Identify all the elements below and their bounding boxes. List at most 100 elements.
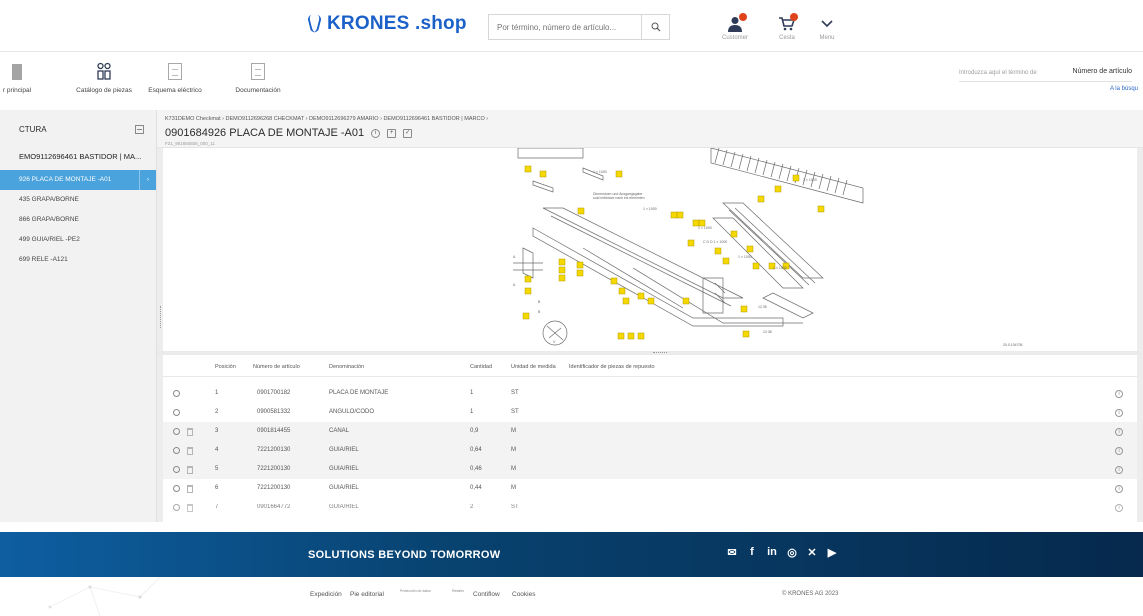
select-radio[interactable] (173, 504, 180, 511)
electrical-diagram-icon (168, 62, 182, 80)
col-unit[interactable]: Unidad de medida (511, 364, 556, 370)
trash-icon[interactable] (187, 447, 193, 455)
table-row[interactable]: 6 7221200130 GUIA/RIEL 0,44 M i (163, 479, 1137, 498)
info-icon[interactable]: i (1115, 447, 1123, 455)
col-quantity[interactable]: Cantidad (470, 364, 492, 370)
sidebar-root-item[interactable]: EMO9112696461 BASTIDOR | MA... (0, 148, 156, 166)
chevron-right-icon: › (139, 170, 156, 190)
footer-link-cookies[interactable]: Cookies (512, 591, 535, 598)
bookmark-icon[interactable]: ✓ (403, 128, 413, 138)
search-input[interactable] (489, 15, 641, 39)
svg-text:A: A (513, 255, 516, 259)
mail-icon[interactable]: ✉ (727, 546, 737, 559)
drawing-code: F21_901684926_000_11 (165, 141, 215, 146)
table-row[interactable]: 4 7221200130 GUIA/RIEL 0,64 M i (163, 441, 1137, 460)
tree-item[interactable]: 699 RELE -A121 (0, 250, 156, 270)
krones-logo[interactable]: KRONES .shop (307, 12, 467, 36)
exploded-drawing[interactable]: 1 × 1000 2 × 1000 Dimensioen und Ausgang… (163, 148, 1137, 351)
social-links: ✉ f in ◎ ✕ ▶ (727, 546, 837, 559)
cell-name: GUIA/RIEL (329, 447, 359, 453)
footer-link-shipping[interactable]: Expedición (310, 591, 342, 598)
search-button[interactable] (641, 15, 669, 39)
select-radio[interactable] (173, 390, 180, 397)
cell-position: 5 (215, 466, 219, 472)
tree-item[interactable]: 866 GRAPA/BORNE (0, 210, 156, 230)
footer-link-contiflow[interactable]: Contiflow (473, 591, 500, 598)
footer-link-imprint[interactable]: Pie editorial (350, 591, 384, 598)
table-row[interactable]: 7 0901664772 GUIA/RIEL 2 ST i (163, 498, 1137, 517)
instagram-icon[interactable]: ◎ (787, 546, 797, 559)
col-spare-part-id[interactable]: Identificador de piezas de repuesto (569, 364, 655, 370)
parts-catalog-icon (97, 62, 111, 80)
info-icon[interactable]: i (1115, 428, 1123, 436)
cart-button[interactable]: Cesta (765, 13, 809, 41)
info-icon[interactable]: i (371, 128, 381, 138)
col-position[interactable]: Posición (215, 364, 236, 370)
krones-icon[interactable]: ✕ (807, 546, 817, 559)
cell-quantity: 0,64 (470, 447, 482, 453)
youtube-icon[interactable]: ▶ (827, 546, 837, 559)
advanced-search-link[interactable]: A la búsqu (1110, 86, 1138, 92)
cell-quantity: 2 (470, 504, 474, 510)
tree-item-active[interactable]: 926 PLACA DE MONTAJE -A01 › (0, 170, 156, 190)
cell-name: GUIA/RIEL (329, 485, 359, 491)
table-row[interactable]: 2 0900581332 ANGULO/CODO 1 ST i (163, 403, 1137, 422)
table-row[interactable]: 1 0901700182 PLACA DE MONTAJE 1 ST i (163, 384, 1137, 403)
cell-unit: ST (511, 409, 519, 415)
svg-text:12.35: 12.35 (758, 305, 767, 309)
select-radio[interactable] (173, 428, 180, 435)
tool-main[interactable]: r principal (0, 60, 42, 94)
title-bar: K731DEMO Checkmat › DEMO9112696268 CHECK… (157, 110, 1143, 148)
cell-quantity: 0,44 (470, 485, 482, 491)
network-decoration (48, 577, 161, 616)
trash-icon[interactable] (187, 466, 193, 474)
tool-electrical-diagram[interactable]: Esquema eléctrico (140, 60, 210, 94)
facebook-icon[interactable]: f (747, 546, 757, 559)
menu-button[interactable]: Menu (805, 13, 849, 41)
footer-slogan: SOLUTIONS BEYOND TOMORROW (308, 549, 501, 561)
customer-button[interactable]: Customer (713, 13, 757, 41)
info-icon[interactable]: i (1115, 504, 1123, 512)
linkedin-icon[interactable]: in (767, 546, 777, 559)
cell-position: 7 (215, 504, 219, 510)
table-row[interactable]: 3 0901814455 CANAL 0,9 M i (163, 422, 1137, 441)
toolbar-search[interactable]: Introduzca aquí el término de Número de … (959, 68, 1132, 82)
info-icon[interactable]: i (1115, 485, 1123, 493)
svg-text:1 × 1000: 1 × 1000 (698, 226, 712, 230)
footer-link-retailer[interactable]: Retailer (452, 589, 464, 593)
cell-position: 3 (215, 428, 219, 434)
footer-link-privacy[interactable]: Protección de datos (400, 589, 431, 593)
add-to-cart-icon[interactable]: + (387, 128, 397, 138)
site-header: KRONES .shop Customer Cesta Menu (0, 0, 1143, 52)
technical-drawing: 1 × 1000 2 × 1000 Dimensioen und Ausgang… (513, 148, 1023, 347)
toolbar-search-placeholder: Introduzca aquí el término de (959, 70, 1037, 76)
svg-text:B: B (538, 310, 541, 314)
tree-item[interactable]: 499 GUIA/RIEL -PE2 (0, 230, 156, 250)
info-icon[interactable]: i (1115, 390, 1123, 398)
select-radio[interactable] (173, 409, 180, 416)
breadcrumb[interactable]: K731DEMO Checkmat › DEMO9112696268 CHECK… (165, 116, 488, 122)
col-article-number[interactable]: Número de artículo (253, 364, 300, 370)
collapse-icon[interactable] (135, 124, 144, 134)
toolbar-search-type[interactable]: Número de artículo (1072, 68, 1132, 75)
info-icon[interactable]: i (1115, 466, 1123, 474)
trash-icon[interactable] (187, 504, 193, 512)
info-icon[interactable]: i (1115, 409, 1123, 417)
svg-text:C D D 1 × 1000: C D D 1 × 1000 (703, 240, 727, 244)
content-panel: K731DEMO Checkmat › DEMO9112696268 CHECK… (157, 110, 1143, 522)
select-radio[interactable] (173, 466, 180, 473)
table-row[interactable]: 5 7221200130 GUIA/RIEL 0,46 M i (163, 460, 1137, 479)
page-title: 0901684926 PLACA DE MONTAJE -A01 (165, 127, 365, 139)
trash-icon[interactable] (187, 485, 193, 493)
col-name[interactable]: Denominación (329, 364, 364, 370)
select-radio[interactable] (173, 447, 180, 454)
tool-parts-catalog[interactable]: Catálogo de piezas (69, 60, 139, 94)
cell-name: GUIA/RIEL (329, 466, 359, 472)
logo-text: KRONES .shop (327, 13, 467, 34)
trash-icon[interactable] (187, 428, 193, 436)
select-radio[interactable] (173, 485, 180, 492)
tool-documentation[interactable]: Documentación (223, 60, 293, 94)
svg-text:2 × 1000: 2 × 1000 (803, 178, 817, 182)
tree-item[interactable]: 435 GRAPA/BORNE (0, 190, 156, 210)
cell-position: 6 (215, 485, 219, 491)
